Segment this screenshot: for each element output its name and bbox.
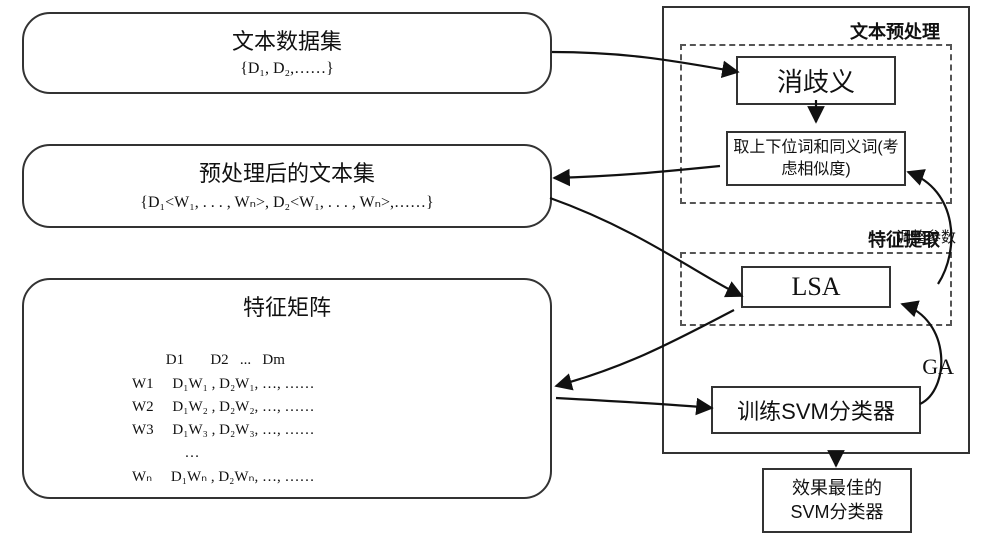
dataset-box: 文本数据集 {D₁, D₂,……} (22, 12, 552, 94)
train-svm-box: 训练SVM分类器 (711, 386, 921, 434)
param-tuning-label: 调整参数 (896, 226, 956, 247)
dataset-title: 文本数据集 (42, 24, 532, 56)
matrix-title: 特征矩阵 (42, 290, 532, 322)
matrix-row: W1 D₁W₁ , D₂W₁, …, …… (132, 376, 315, 392)
lsa-box: LSA (741, 266, 891, 308)
matrix-row: … (132, 445, 200, 461)
preprocess-label: 文本预处理 (848, 18, 942, 44)
matrix-row: W3 D₁W₃ , D₂W₃, …, …… (132, 422, 315, 438)
matrix-body: D1 D2 ... Dm W1 D₁W₁ , D₂W₁, …, …… W2 D₁… (42, 326, 532, 489)
dataset-subtitle: {D₁, D₂,……} (42, 60, 532, 78)
preprocess-group: 文本预处理 消歧义 取上下位词和同义词(考虑相似度) (680, 44, 952, 204)
left-column: 文本数据集 {D₁, D₂,……} 预处理后的文本集 {D₁<W₁, . . .… (22, 12, 552, 499)
disambiguation-box: 消歧义 (736, 56, 896, 105)
hypernym-synonym-box: 取上下位词和同义词(考虑相似度) (726, 131, 906, 186)
preprocessed-subtitle: {D₁<W₁, . . . , Wₙ>, D₂<W₁, . . . , Wₙ>,… (42, 192, 532, 212)
feature-extraction-group: 特征提取 LSA (680, 252, 952, 326)
ga-label: GA (922, 354, 954, 380)
matrix-row: Wₙ D₁Wₙ , D₂Wₙ, …, …… (132, 469, 315, 485)
result-line2: SVM分类器 (772, 500, 902, 524)
preprocessed-title: 预处理后的文本集 (42, 156, 532, 188)
preprocessed-box: 预处理后的文本集 {D₁<W₁, . . . , Wₙ>, D₂<W₁, . .… (22, 144, 552, 228)
result-box: 效果最佳的 SVM分类器 (762, 468, 912, 533)
result-line1: 效果最佳的 (772, 476, 902, 500)
matrix-row: W2 D₁W₂ , D₂W₂, …, …… (132, 399, 315, 415)
feature-matrix-box: 特征矩阵 D1 D2 ... Dm W1 D₁W₁ , D₂W₁, …, …… … (22, 278, 552, 499)
pipeline-panel: 文本预处理 消歧义 取上下位词和同义词(考虑相似度) 特征提取 LSA 调整参数… (662, 6, 970, 454)
matrix-header: D1 D2 ... Dm (132, 352, 285, 368)
